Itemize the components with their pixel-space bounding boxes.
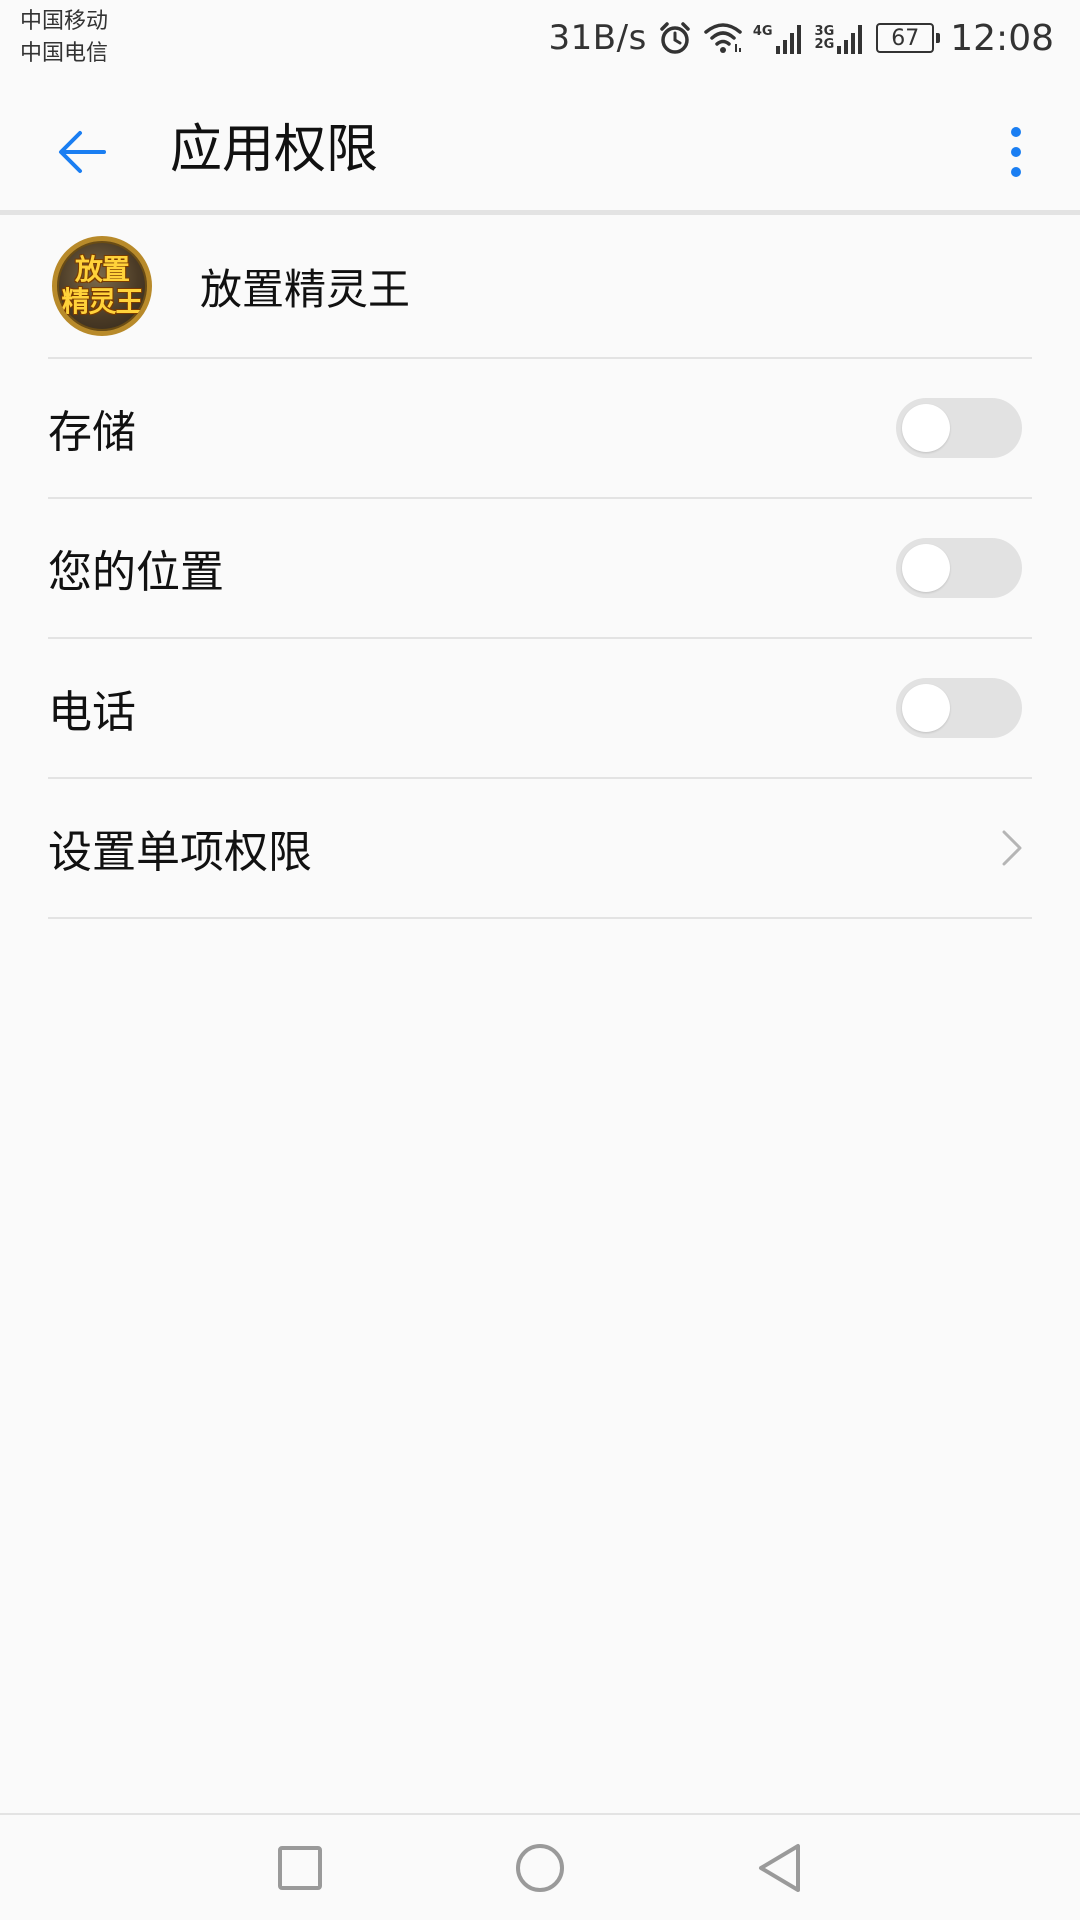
clock: 12:08 [950,17,1054,59]
status-bar: 中国移动 中国电信 31B/s 4G 3G 2G 67 12:08 [0,0,1080,80]
permission-row-location[interactable]: 您的位置 [48,499,1032,639]
permission-row-storage[interactable]: 存储 [48,359,1032,499]
battery-level: 67 [891,25,920,51]
toggle-knob [902,404,950,452]
location-toggle[interactable] [896,538,1022,598]
signal-type-label: 2G [814,37,835,52]
signal-icon: 4G [753,22,805,54]
permission-list: 放置 精灵王 放置精灵王 存储 您的位置 电话 设置单项权限 [0,215,1080,919]
recents-icon [278,1846,322,1890]
permission-label: 您的位置 [48,547,224,598]
back-icon [759,1844,800,1892]
individual-permissions-label: 设置单项权限 [48,827,312,878]
alarm-icon [657,20,693,56]
back-button[interactable] [40,110,124,194]
home-icon [516,1844,564,1892]
recents-button[interactable] [265,1833,335,1903]
permission-label: 电话 [48,687,136,738]
chevron-right-icon [992,818,1032,878]
storage-toggle[interactable] [896,398,1022,458]
home-button[interactable] [505,1833,575,1903]
carrier-1-label: 中国移动 [20,9,109,34]
back-nav-button[interactable] [745,1833,815,1903]
title-bar: 应用权限 [0,80,1080,210]
app-logo: 放置 精灵王 [52,236,152,336]
carrier-info: 中国移动 中国电信 [20,6,108,70]
individual-permissions-row[interactable]: 设置单项权限 [48,779,1032,919]
wifi-icon [703,20,743,56]
more-options-button[interactable] [992,110,1040,194]
network-speed: 31B/s [548,18,647,58]
battery-icon: 67 [876,23,941,53]
permission-label: 存储 [48,407,136,458]
permission-row-phone[interactable]: 电话 [48,639,1032,779]
page-title: 应用权限 [170,120,379,180]
arrow-left-icon [59,131,106,173]
carrier-2-label: 中国电信 [20,41,109,66]
toggle-knob [902,684,950,732]
more-vert-icon [1011,127,1021,177]
navigation-bar [0,1813,1080,1920]
status-indicators: 31B/s 4G 3G 2G 67 12:08 [549,14,1054,62]
phone-toggle[interactable] [896,678,1022,738]
app-header-row: 放置 精灵王 放置精灵王 [48,215,1032,359]
app-name: 放置精灵王 [200,264,411,314]
signal-icon: 3G 2G [815,22,867,54]
toggle-knob [902,544,950,592]
